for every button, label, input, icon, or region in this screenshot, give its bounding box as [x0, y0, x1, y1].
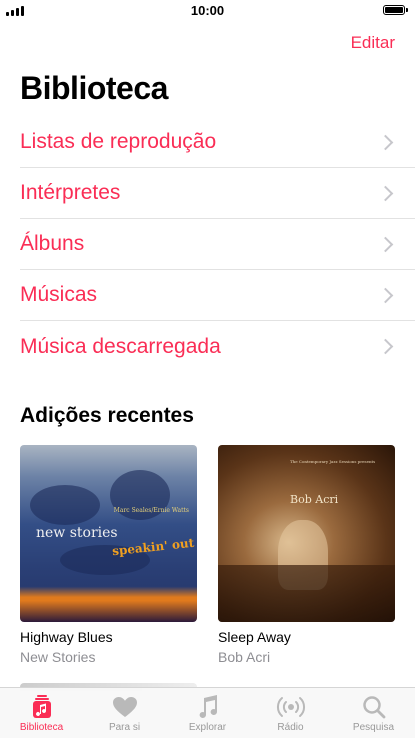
- heart-icon: [112, 694, 138, 719]
- edit-button[interactable]: Editar: [351, 33, 395, 53]
- album-title: Sleep Away: [218, 629, 291, 645]
- cover-small-text: The Contemporary Jazz Sessions presents: [290, 459, 376, 464]
- tab-label: Rádio: [277, 722, 304, 733]
- music-note-icon: [197, 694, 219, 719]
- album-cover[interactable]: Marc Seales/Ernie Watts new stories spea…: [20, 445, 197, 622]
- cover-title-text: Bob Acri: [290, 493, 339, 506]
- album-card[interactable]: The Contemporary Jazz Sessions presents …: [218, 445, 395, 665]
- library-item-label: Música descarregada: [20, 334, 221, 358]
- tab-browse[interactable]: Explorar: [166, 688, 249, 738]
- tab-label: Explorar: [188, 722, 227, 733]
- tab-radio[interactable]: Rádio: [249, 688, 332, 738]
- album-artist: New Stories: [20, 649, 96, 665]
- library-icon: [31, 694, 53, 719]
- page-title: Biblioteca: [20, 70, 168, 106]
- tab-search[interactable]: Pesquisa: [332, 688, 415, 738]
- cover-small-text: Marc Seales/Ernie Watts: [113, 507, 189, 514]
- chevron-right-icon: [377, 236, 394, 252]
- library-menu: Listas de reprodução Intérpretes Álbuns …: [20, 117, 415, 372]
- tab-label: Biblioteca: [19, 722, 64, 733]
- chevron-right-icon: [377, 338, 394, 355]
- chevron-right-icon: [377, 134, 394, 150]
- status-bar: 10:00: [0, 0, 415, 22]
- album-card[interactable]: Marc Seales/Ernie Watts new stories spea…: [20, 445, 197, 665]
- tab-bar: Biblioteca Para si Explorar Rádio Pesqui…: [0, 687, 415, 738]
- album-artist: Bob Acri: [218, 649, 271, 665]
- status-time: 10:00: [190, 3, 225, 18]
- chevron-right-icon: [377, 185, 394, 201]
- section-heading-recent: Adições recentes: [20, 404, 194, 427]
- tab-for-you[interactable]: Para si: [83, 688, 166, 738]
- library-item-label: Músicas: [20, 283, 98, 306]
- library-item-songs[interactable]: Músicas: [20, 270, 415, 321]
- battery-icon: [383, 5, 408, 15]
- library-item-downloaded[interactable]: Música descarregada: [20, 321, 415, 372]
- library-item-label: Álbuns: [20, 232, 85, 255]
- library-item-label: Listas de reprodução: [20, 130, 217, 153]
- cover-subtitle-text: speakin' out: [111, 535, 195, 559]
- library-item-label: Intérpretes: [20, 181, 121, 204]
- album-cover[interactable]: The Contemporary Jazz Sessions presents …: [218, 445, 395, 622]
- radio-icon: [276, 694, 306, 719]
- tab-label: Para si: [108, 722, 141, 733]
- library-item-albums[interactable]: Álbuns: [20, 219, 415, 270]
- tab-library[interactable]: Biblioteca: [0, 688, 83, 738]
- album-title: Highway Blues: [20, 629, 113, 645]
- search-icon: [362, 694, 386, 719]
- library-item-artists[interactable]: Intérpretes: [20, 168, 415, 219]
- library-item-playlists[interactable]: Listas de reprodução: [20, 117, 415, 168]
- cover-title-text: new stories: [36, 525, 118, 541]
- chevron-right-icon: [377, 287, 394, 303]
- tab-label: Pesquisa: [352, 722, 395, 733]
